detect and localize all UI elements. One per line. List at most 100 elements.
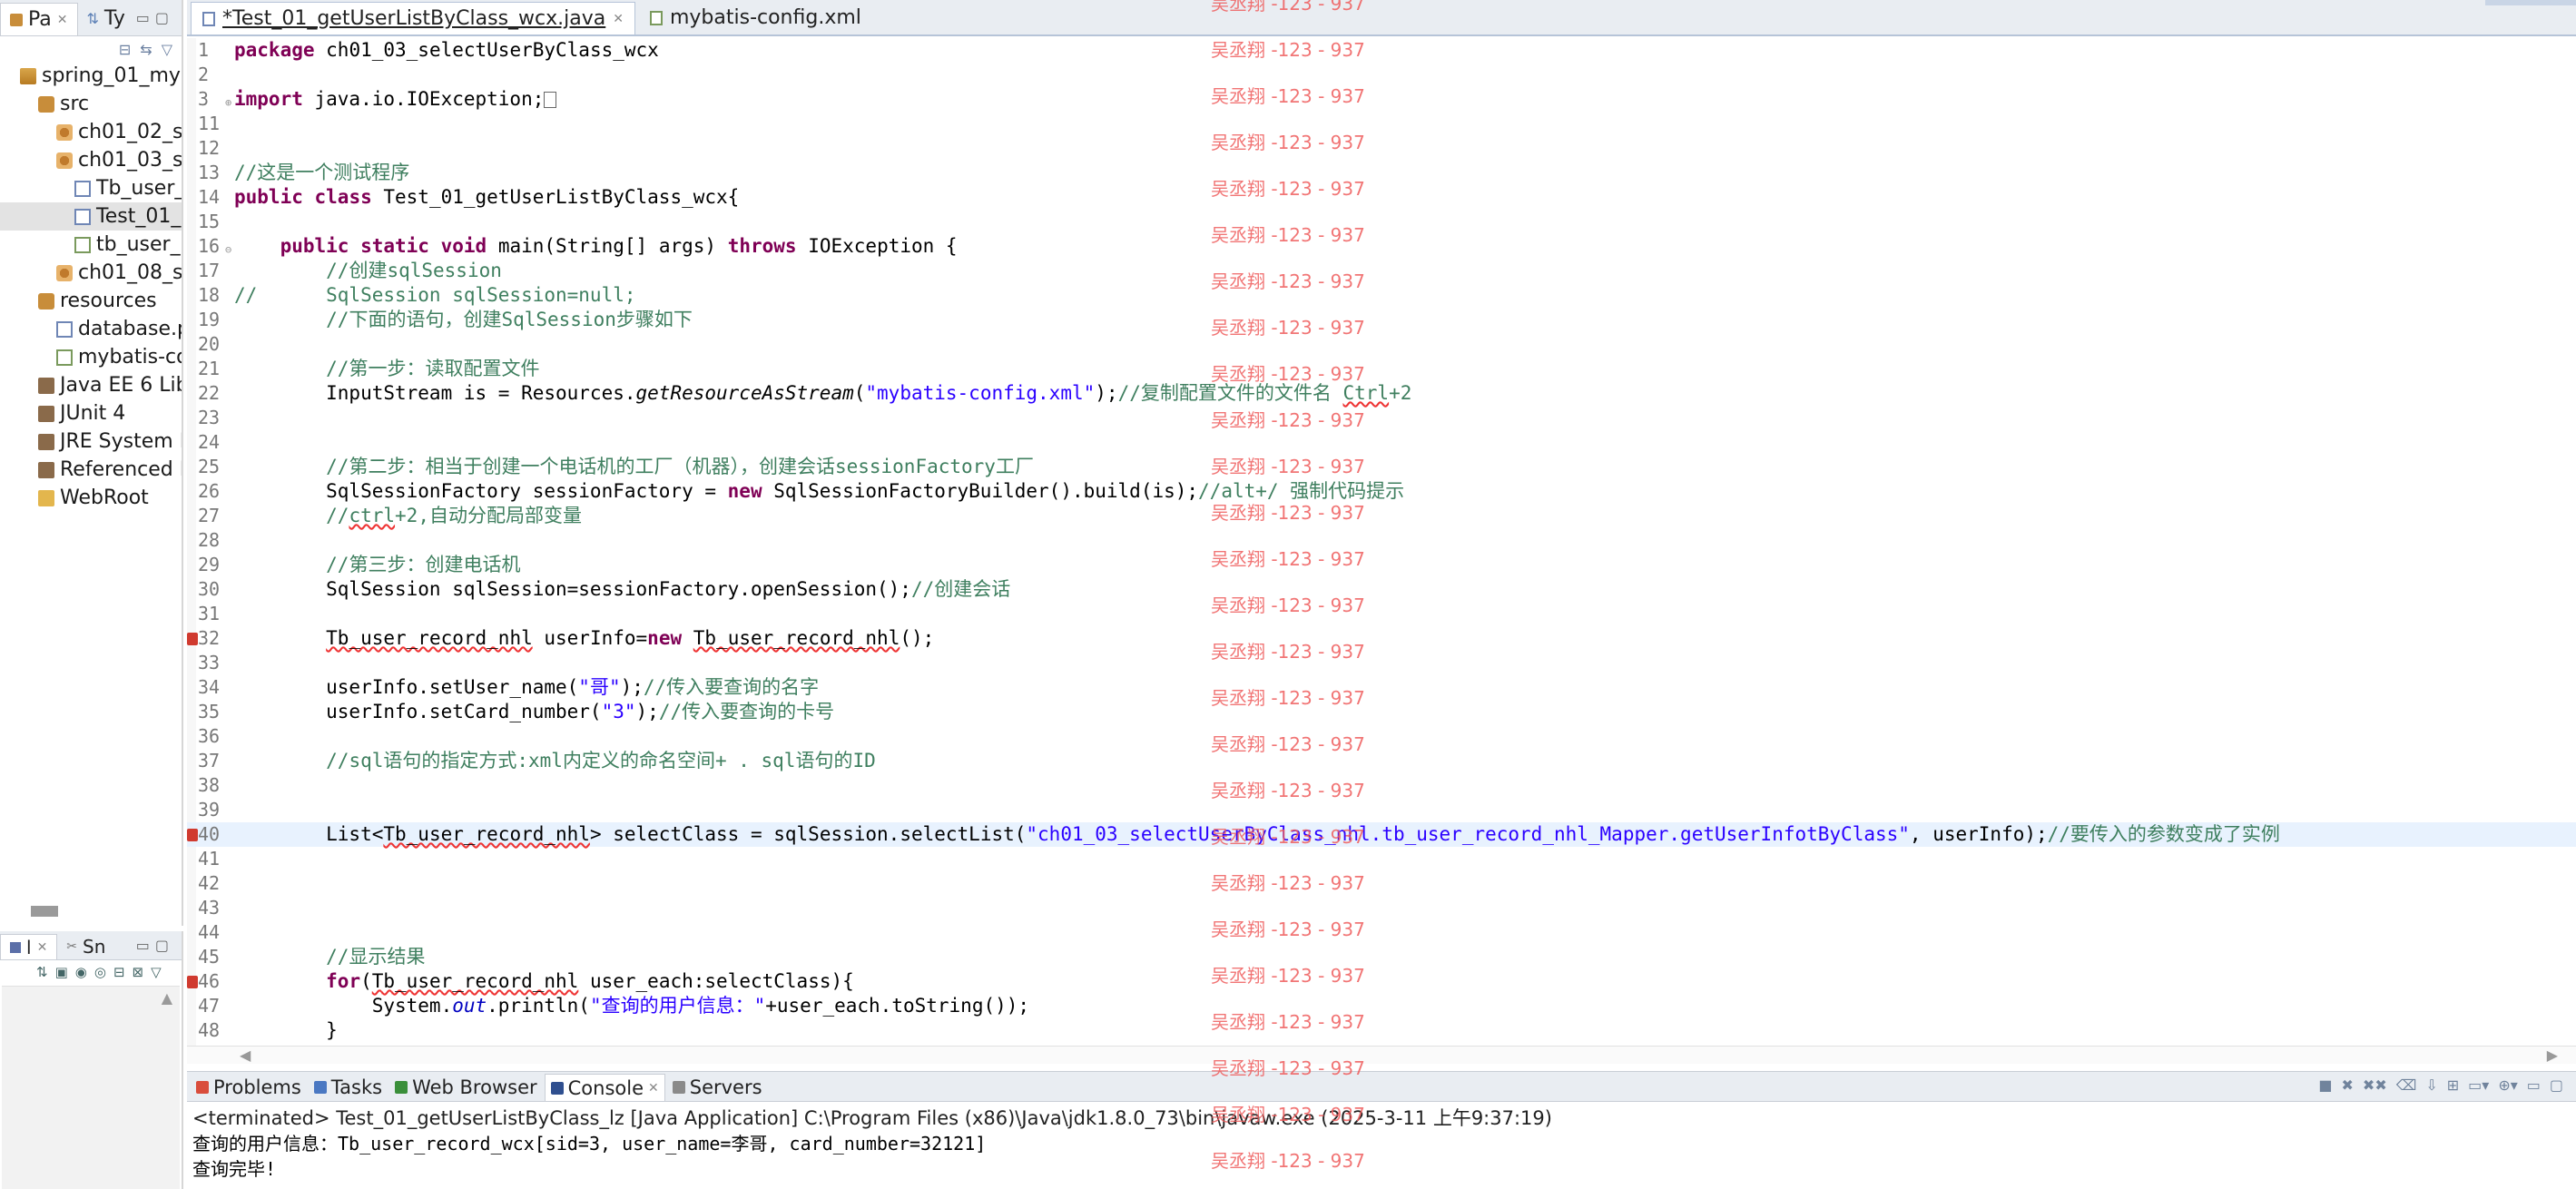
code-line[interactable]: 22 InputStream is = Resources.getResourc…	[187, 381, 2576, 406]
code-line[interactable]: 33	[187, 651, 2576, 675]
code-line[interactable]: 27 //ctrl+2,自动分配局部变量	[187, 504, 2576, 528]
error-marker-icon[interactable]	[187, 976, 198, 988]
code-line[interactable]: 23	[187, 406, 2576, 430]
tree-item[interactable]: ch01_03_se	[0, 146, 182, 174]
tree-item[interactable]: Tb_user_r	[0, 174, 182, 202]
code-line[interactable]: 11	[187, 112, 2576, 136]
code-line[interactable]: 21 //第一步：读取配置文件	[187, 357, 2576, 381]
code-line[interactable]: 38	[187, 773, 2576, 798]
scroll-lock-icon[interactable]: ⇩	[2425, 1076, 2437, 1094]
code-line[interactable]: 1 package ch01_03_selectUserByClass_wcx	[187, 38, 2576, 63]
code-line[interactable]: 41	[187, 847, 2576, 871]
code-line[interactable]: 43	[187, 896, 2576, 920]
open-console-icon[interactable]: ⊕▾	[2498, 1076, 2517, 1094]
tab-package-explorer[interactable]: Pa ✕	[0, 3, 78, 35]
error-marker-icon[interactable]	[187, 633, 198, 645]
code-line[interactable]: 35 userInfo.setCard_number("3");//传入要查询的…	[187, 700, 2576, 724]
tree-item[interactable]: Referenced L	[0, 456, 182, 484]
tree-item[interactable]: Java EE 6 Libr	[0, 371, 182, 399]
tab-console[interactable]: Console ✕	[544, 1074, 665, 1102]
code-line[interactable]: 42	[187, 871, 2576, 896]
remove-all-icon[interactable]: ✖✖	[2363, 1076, 2387, 1094]
scroll-left-arrow-icon[interactable]: ◀	[240, 1047, 251, 1064]
tree-item[interactable]: spring_01_myBa	[0, 62, 182, 90]
code-line[interactable]: 32 Tb_user_record_nhl userInfo=new Tb_us…	[187, 626, 2576, 651]
tab-mybatis-config-xml[interactable]: mybatis-config.xml	[639, 2, 872, 34]
code-line[interactable]: 14 public class Test_01_getUserListByClas…	[187, 185, 2576, 210]
pin-console-icon[interactable]: ⊞	[2447, 1076, 2459, 1094]
code-line[interactable]: 40 List<Tb_user_record_nhl> selectClass …	[187, 822, 2576, 847]
link-with-editor-icon[interactable]: ⇆	[140, 41, 152, 58]
close-icon[interactable]: ✕	[37, 935, 48, 960]
console-view[interactable]: <terminated> Test_01_getUserListByClass_…	[187, 1102, 2576, 1189]
tree-item[interactable]: Test_01_g	[0, 202, 182, 231]
tree-item[interactable]: JUnit 4	[0, 399, 182, 427]
tree-item[interactable]: resources	[0, 287, 182, 315]
code-line[interactable]: 18 // SqlSession sqlSession=null;	[187, 283, 2576, 308]
code-line[interactable]: 45 //显示结果	[187, 945, 2576, 969]
code-line[interactable]: 17 //创建sqlSession	[187, 259, 2576, 283]
maximize-icon[interactable]: ▢	[2550, 1076, 2563, 1094]
code-line[interactable]: 3 ⊕ import java.io.IOException;	[187, 87, 2576, 112]
tree-item[interactable]: tb_user_re	[0, 231, 182, 259]
code-line[interactable]: 44	[187, 920, 2576, 945]
code-line[interactable]: 30 SqlSession sqlSession=sessionFactory.…	[187, 577, 2576, 602]
display-console-icon[interactable]: ▭▾	[2468, 1076, 2489, 1094]
hide-static-icon[interactable]: ◉	[75, 964, 87, 980]
tab-problems[interactable]: Problems	[191, 1074, 307, 1101]
tab-servers[interactable]: Servers	[667, 1074, 768, 1101]
tree-item[interactable]: ch01_08_se	[0, 259, 182, 287]
code-editor[interactable]: 1 package ch01_03_selectUserByClass_wcx 2 3…	[187, 38, 2576, 1046]
code-line[interactable]: 46 for(Tb_user_record_nhl user_each:sele…	[187, 969, 2576, 994]
code-line[interactable]: 19 //下面的语句，创建SqlSession步骤如下	[187, 308, 2576, 332]
code-line[interactable]: 37 //sql语句的指定方式:xml内定义的命名空间+ . sql语句的ID	[187, 749, 2576, 773]
horizontal-scrollbar-thumb[interactable]	[31, 906, 58, 917]
tab-type-hierarchy[interactable]: ⇅ Ty	[78, 3, 134, 35]
code-line[interactable]: 25 //第二步：相当于创建一个电话机的工厂（机器），创建会话sessionFa…	[187, 455, 2576, 479]
scroll-right-arrow-icon[interactable]: ▶	[2547, 1047, 2558, 1064]
code-line[interactable]: 29 //第三步：创建电话机	[187, 553, 2576, 577]
tab-snippets[interactable]: ✂ Sn	[57, 934, 114, 959]
tree-item[interactable]: src	[0, 90, 182, 118]
hide-nonpublic-icon[interactable]: ◎	[94, 964, 106, 980]
code-line[interactable]: 36	[187, 724, 2576, 749]
tree-item[interactable]: mybatis-co	[0, 343, 182, 371]
tree-item[interactable]: ch01_02_se	[0, 118, 182, 146]
tab-test-java-file[interactable]: *Test_01_getUserListByClass_wcx.java ✕	[191, 2, 635, 34]
code-line[interactable]: 15	[187, 210, 2576, 234]
clear-console-icon[interactable]: ⌫	[2396, 1076, 2417, 1094]
code-line[interactable]: 39	[187, 798, 2576, 822]
code-line[interactable]: 47 System.out.println("查询的用户信息："+user_ea…	[187, 994, 2576, 1018]
code-line[interactable]: 48 }	[187, 1018, 2576, 1043]
code-line[interactable]: 24	[187, 430, 2576, 455]
collapse-all-icon[interactable]: ⊟	[119, 41, 131, 58]
outline-content-area[interactable]	[2, 986, 180, 1189]
tree-item[interactable]: WebRoot	[0, 484, 182, 512]
code-line[interactable]: 26 SqlSessionFactory sessionFactory = ne…	[187, 479, 2576, 504]
editor-horizontal-scrollbar[interactable]: ◀ ▶	[187, 1046, 2576, 1064]
tab-outline[interactable]: l ✕	[0, 934, 58, 960]
view-menu-icon[interactable]: ▽	[162, 41, 172, 58]
code-line[interactable]: 34 userInfo.setUser_name("哥");//传入要查询的名字	[187, 675, 2576, 700]
code-line[interactable]: 2	[187, 63, 2576, 87]
collapse-icon[interactable]: ⊟	[113, 964, 125, 980]
code-line[interactable]: 13 //这是一个测试程序	[187, 161, 2576, 185]
minimize-icon[interactable]: ▭	[2527, 1076, 2541, 1094]
close-icon[interactable]: ✕	[648, 1075, 659, 1102]
tab-web-browser[interactable]: Web Browser	[389, 1074, 543, 1101]
terminate-icon[interactable]: ■	[2318, 1076, 2332, 1094]
error-marker-icon[interactable]	[187, 829, 198, 841]
tree-item[interactable]: JRE System Li	[0, 427, 182, 456]
tree-item[interactable]: database.p	[0, 315, 182, 343]
scroll-up-arrow-icon[interactable]: ▲	[162, 989, 172, 1007]
view-min-max-controls[interactable]: ▭▢	[136, 937, 174, 954]
code-line[interactable]: 12	[187, 136, 2576, 161]
tab-tasks[interactable]: Tasks	[309, 1074, 388, 1101]
close-icon[interactable]: ✕	[57, 4, 68, 36]
view-min-max-controls[interactable]: ▭▢	[136, 9, 174, 26]
focus-icon[interactable]: ⊠	[133, 964, 144, 980]
close-icon[interactable]: ✕	[613, 3, 624, 35]
view-menu-icon[interactable]: ▽	[151, 964, 162, 980]
code-line[interactable]: 16 ⊖ public static void main(String[] arg…	[187, 234, 2576, 259]
hide-fields-icon[interactable]: ▣	[55, 964, 68, 980]
